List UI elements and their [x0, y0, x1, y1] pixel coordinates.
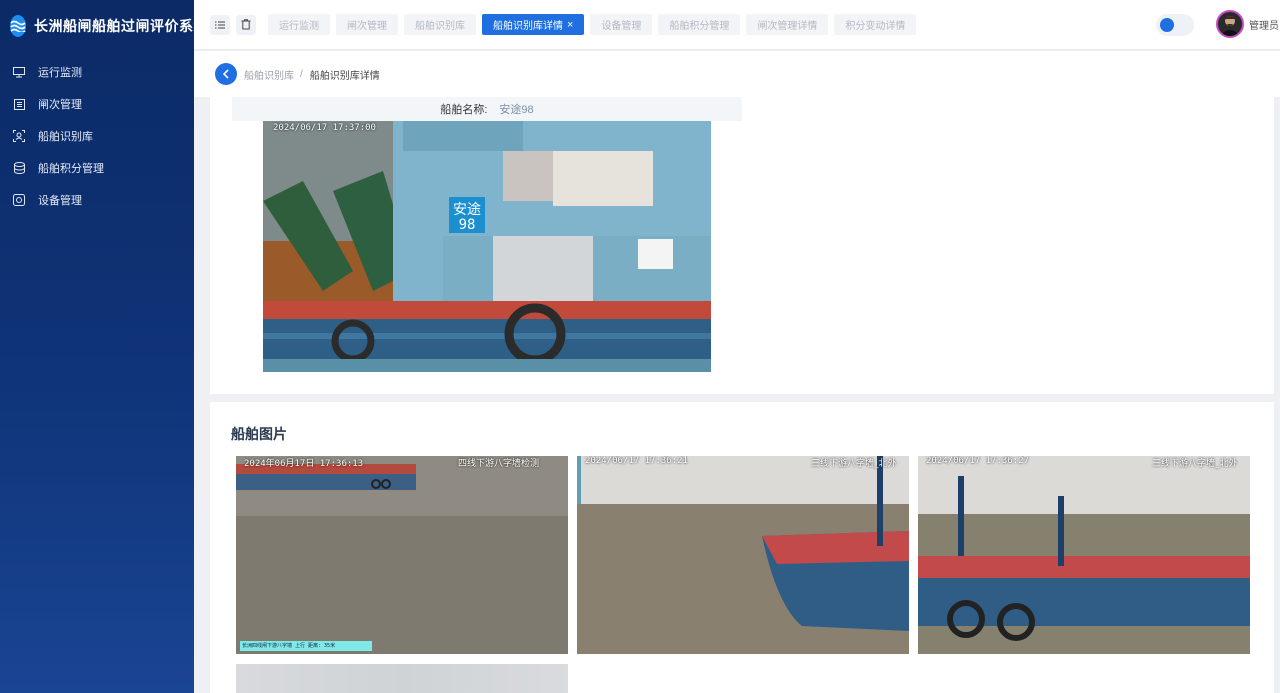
chevron-left-icon: [222, 69, 229, 79]
tab-devices[interactable]: 设备管理: [590, 14, 653, 35]
hull-number-text: 98: [459, 217, 476, 233]
avatar[interactable]: [1216, 10, 1244, 38]
tab-bar: 运行监测 闸次管理 船舶识别库 船舶识别库详情 × 设备管理 船舶积分管理 闸次管…: [268, 14, 917, 35]
image-caption: 长洲四线闸下游八字墙 上行 距离: 35米: [242, 643, 336, 649]
image-timestamp: 2024/06/17 17:36:27: [926, 456, 1029, 466]
image-timestamp: 2024年06月17日 17:36:13: [244, 459, 364, 469]
logo-icon: [10, 15, 26, 37]
back-button[interactable]: [215, 63, 237, 85]
image-timestamp: 2024/06/17 17:36:21: [585, 456, 688, 466]
device-icon: [12, 193, 26, 207]
breadcrumb-current: 船舶识别库详情: [309, 70, 380, 82]
list-icon: [12, 97, 26, 111]
tab-ship-library-detail[interactable]: 船舶识别库详情 ×: [482, 14, 585, 35]
tab-ship-library[interactable]: 船舶识别库: [404, 14, 476, 35]
sidebar-item-monitor[interactable]: 运行监测: [0, 56, 194, 88]
tab-lock-times[interactable]: 闸次管理: [336, 14, 398, 35]
gallery-image-1[interactable]: 2024年06月17日 17:36:13 四线下游八字墙检测 长洲四线闸下游八字…: [236, 456, 568, 654]
gallery-image-3[interactable]: 2024/06/17 17:36:27 三线下游八字墙_北外: [918, 456, 1250, 654]
sidebar-item-ship-library[interactable]: 船舶识别库: [0, 120, 194, 152]
breadcrumb: 船舶识别库 / 船舶识别库详情: [194, 51, 1280, 97]
sidebar-item-label: 船舶识别库: [38, 131, 93, 143]
theme-toggle[interactable]: [1156, 14, 1194, 36]
database-icon: [12, 161, 26, 175]
close-icon[interactable]: ×: [567, 19, 573, 31]
brand: 长洲船闸船舶过闸评价系统: [0, 0, 208, 52]
tab-label: 闸次管理: [347, 21, 387, 32]
top-header: 运行监测 闸次管理 船舶识别库 船舶识别库详情 × 设备管理 船舶积分管理 闸次管…: [194, 0, 1280, 50]
camera-label: 三线下游八字墙_北外: [811, 459, 897, 469]
tab-monitor[interactable]: 运行监测: [268, 14, 330, 35]
breadcrumb-separator: /: [300, 68, 303, 80]
tab-label: 闸次管理详情: [757, 21, 818, 32]
gallery-title: 船舶图片: [231, 426, 287, 442]
tab-lock-times-detail[interactable]: 闸次管理详情: [746, 14, 829, 35]
hull-name-text: 安途: [453, 201, 481, 218]
username[interactable]: 管理员: [1249, 17, 1279, 32]
sidebar-item-label: 闸次管理: [38, 99, 82, 111]
camera-label: 四线下游八字墙检测: [458, 459, 540, 469]
ship-name-row: 船舶名称: 安途98: [232, 97, 742, 121]
tab-ship-points[interactable]: 船舶积分管理: [658, 14, 741, 35]
sidebar: 长洲船闸船舶过闸评价系统 运行监测 闸次管理 船舶识别库 船舶积分管理 设备管理: [0, 0, 208, 693]
tab-label: 船舶积分管理: [669, 21, 730, 32]
sidebar-item-label: 运行监测: [38, 67, 82, 79]
sidebar-item-label: 设备管理: [38, 195, 82, 207]
ship-name-label: 船舶名称:: [440, 104, 488, 116]
gallery-image-4[interactable]: [236, 664, 568, 693]
tab-label: 设备管理: [601, 21, 642, 32]
breadcrumb-parent[interactable]: 船舶识别库: [244, 67, 294, 82]
sidebar-item-lock-times[interactable]: 闸次管理: [0, 88, 194, 120]
photo-timestamp: 2024/06/17 17:37:00: [273, 123, 376, 133]
camera-label: 三线下游八字墙_北外: [1152, 459, 1238, 469]
monitor-icon: [12, 65, 26, 79]
tab-label: 积分变动详情: [845, 21, 906, 32]
sidebar-menu: 运行监测 闸次管理 船舶识别库 船舶积分管理 设备管理: [0, 56, 194, 216]
sidebar-item-label: 船舶积分管理: [38, 163, 104, 175]
ship-name-value: 安途98: [499, 104, 534, 116]
ship-photo-illustration: 安途 98: [263, 121, 711, 372]
ship-gallery-panel: 船舶图片 2024年06月17日 17:36:13 四线下游八字墙检测 长洲四线…: [210, 402, 1274, 693]
tab-label: 船舶识别库详情: [493, 21, 563, 32]
tab-label: 运行监测: [279, 21, 319, 32]
tab-points-change-detail[interactable]: 积分变动详情: [834, 14, 917, 35]
menu-fold-icon: [215, 21, 225, 28]
delete-tabs-button[interactable]: [236, 14, 256, 35]
tab-label: 船舶识别库: [415, 21, 465, 32]
ship-detail-panel: 船舶名称: 安途98 安途 98 2024/06/17 17:37:00: [210, 97, 1274, 394]
ship-main-photo[interactable]: 安途 98 2024/06/17 17:37:00: [263, 121, 711, 372]
trash-icon: [241, 19, 251, 30]
sidebar-item-devices[interactable]: 设备管理: [0, 184, 194, 216]
face-scan-icon: [12, 129, 26, 143]
gallery-image-2[interactable]: 2024/06/17 17:36:21 三线下游八字墙_北外: [577, 456, 909, 654]
toggle-knob: [1160, 18, 1174, 32]
app-title: 长洲船闸船舶过闸评价系统: [34, 18, 208, 34]
sidebar-item-ship-points[interactable]: 船舶积分管理: [0, 152, 194, 184]
collapse-menu-button[interactable]: [210, 14, 230, 35]
